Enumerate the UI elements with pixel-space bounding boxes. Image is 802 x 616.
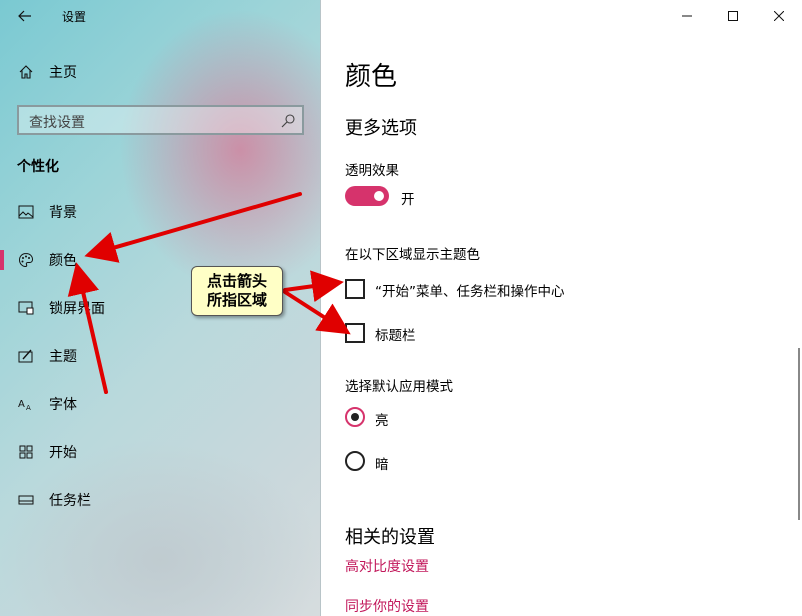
high-contrast-link[interactable]: 高对比度设置	[345, 556, 429, 576]
sidebar-item-fonts[interactable]: AA 字体	[0, 384, 321, 424]
svg-text:A: A	[18, 399, 25, 410]
sidebar-item-label: 背景	[49, 205, 77, 221]
related-settings-heading: 相关的设置	[345, 527, 435, 548]
callout-line-1: 点击箭头	[206, 272, 267, 290]
sidebar-item-home[interactable]: 主页	[0, 52, 321, 92]
font-icon: AA	[17, 395, 35, 413]
title-bars-checkbox-label: 标题栏	[375, 328, 416, 344]
taskbar-icon	[17, 491, 35, 509]
sidebar-item-label: 主页	[49, 65, 77, 81]
sidebar-item-label: 主题	[49, 349, 77, 365]
close-button[interactable]	[756, 0, 802, 32]
transparency-toggle[interactable]	[345, 186, 389, 206]
theme-icon	[17, 347, 35, 365]
transparency-label: 透明效果	[345, 163, 399, 179]
title-bar: 设置	[0, 0, 321, 32]
scrollbar[interactable]	[798, 348, 800, 520]
search-icon	[281, 114, 295, 128]
transparency-state: 开	[401, 192, 415, 208]
search-input[interactable]: 查找设置	[17, 105, 304, 135]
app-mode-label: 选择默认应用模式	[345, 379, 453, 395]
back-arrow-icon	[18, 10, 31, 22]
maximize-button[interactable]	[710, 0, 756, 32]
accent-surfaces-label: 在以下区域显示主题色	[345, 247, 480, 263]
start-taskbar-checkbox[interactable]	[345, 279, 365, 299]
toggle-knob	[374, 191, 384, 201]
start-taskbar-checkbox-label: “开始”菜单、任务栏和操作中心	[375, 284, 565, 300]
palette-icon	[17, 251, 35, 269]
home-icon	[17, 63, 35, 81]
callout-line-2: 所指区域	[206, 291, 267, 309]
sidebar-item-label: 字体	[49, 397, 77, 413]
sync-settings-link[interactable]: 同步你的设置	[345, 596, 429, 616]
sidebar-item-themes[interactable]: 主题	[0, 336, 321, 376]
close-icon	[774, 11, 784, 21]
light-mode-label: 亮	[375, 413, 389, 429]
maximize-icon	[728, 11, 738, 21]
back-button[interactable]	[10, 4, 40, 28]
sidebar-item-background[interactable]: 背景	[0, 192, 321, 232]
page-title: 颜色	[345, 62, 398, 92]
start-icon	[17, 443, 35, 461]
minimize-icon	[682, 15, 692, 17]
sidebar-item-taskbar[interactable]: 任务栏	[0, 480, 321, 520]
main-content: 颜色 更多选项 透明效果 开 在以下区域显示主题色 “开始”菜单、任务栏和操作中…	[321, 0, 802, 616]
dark-mode-label: 暗	[375, 457, 389, 473]
section-heading: 个性化	[17, 159, 59, 175]
sidebar-item-label: 开始	[49, 445, 77, 461]
app-title: 设置	[62, 10, 87, 24]
sidebar-item-label: 颜色	[49, 253, 77, 269]
svg-text:A: A	[26, 404, 31, 411]
title-bars-checkbox[interactable]	[345, 323, 365, 343]
light-mode-radio[interactable]	[345, 407, 365, 427]
minimize-button[interactable]	[664, 0, 710, 32]
lockscreen-icon	[17, 299, 35, 317]
picture-icon	[17, 203, 35, 221]
sidebar-item-label: 任务栏	[49, 493, 91, 509]
annotation-callout: 点击箭头 所指区域	[191, 266, 283, 316]
search-placeholder: 查找设置	[29, 115, 85, 131]
sidebar-item-start[interactable]: 开始	[0, 432, 321, 472]
more-options-heading: 更多选项	[345, 118, 417, 139]
dark-mode-radio[interactable]	[345, 451, 365, 471]
sidebar-item-label: 锁屏界面	[49, 301, 105, 317]
